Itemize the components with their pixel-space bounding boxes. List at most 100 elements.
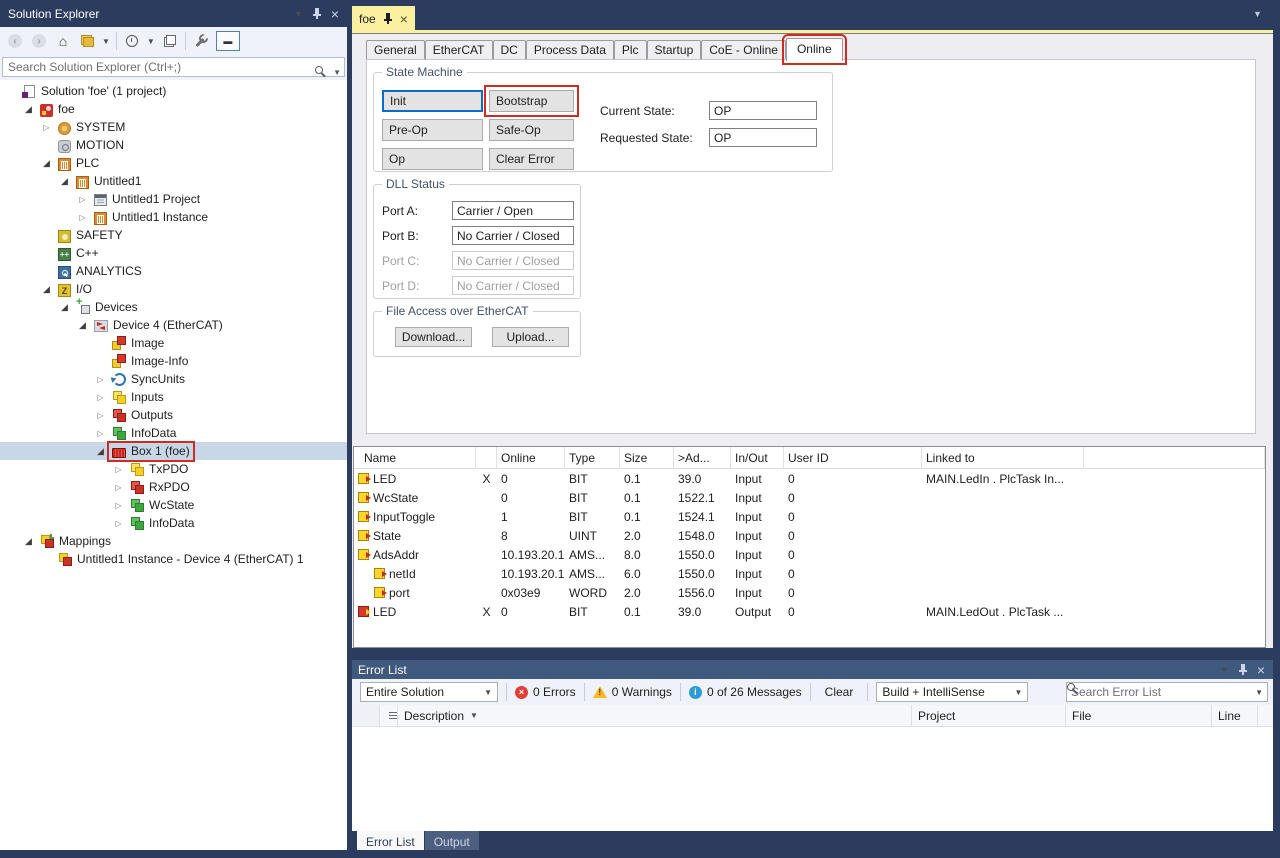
grid-row-adsaddr[interactable]: AdsAddr10.193.20.1...AMS...8.01550.0Inpu… [354, 545, 1265, 564]
tree-collapsed-arrow-icon[interactable]: ▷ [74, 195, 91, 204]
tab-dc[interactable]: DC [493, 40, 526, 60]
scope-filter-dropdown[interactable]: Entire Solution▼ [360, 682, 498, 702]
tree-item[interactable]: C++ [0, 244, 347, 262]
grid-column-header-in-out[interactable]: In/Out [731, 447, 784, 468]
tree-expanded-arrow-icon[interactable]: ◢ [20, 104, 37, 115]
tree-item[interactable]: Image-Info [0, 352, 347, 370]
switch-views-dropdown-icon[interactable]: ▼ [102, 37, 110, 46]
init-button[interactable]: Init [382, 90, 483, 112]
grid-column-header-blank[interactable] [476, 447, 497, 468]
grid-row-led[interactable]: LEDX0BIT0.139.0Output0MAIN.LedOut . PlcT… [354, 602, 1265, 621]
auto-hide-pin-icon[interactable] [312, 8, 322, 19]
tree-expanded-arrow-icon[interactable]: ◢ [92, 446, 109, 457]
grid-row-port[interactable]: port0x03e9WORD2.01556.0Input0 [354, 583, 1265, 602]
tree-item[interactable]: ANALYTICS [0, 262, 347, 280]
tree-item[interactable]: ◢Box 1 (foe) [0, 442, 347, 460]
document-well-dropdown-icon[interactable]: ▼ [1253, 9, 1262, 19]
tree-item[interactable]: Image [0, 334, 347, 352]
tree-item[interactable]: ▷SyncUnits [0, 370, 347, 388]
window-position-dropdown-icon[interactable]: ▼ [294, 9, 303, 19]
sync-with-active-document-button[interactable] [161, 31, 179, 51]
home-button[interactable]: ⌂ [54, 31, 72, 51]
tree-item[interactable]: ◢foe [0, 100, 347, 118]
error-list-search-input[interactable] [1067, 685, 1241, 699]
tree-item[interactable]: ▷Untitled1 Instance [0, 208, 347, 226]
tree-item[interactable]: ▷RxPDO [0, 478, 347, 496]
tree-expanded-arrow-icon[interactable]: ◢ [74, 320, 91, 331]
grid-row-led[interactable]: LEDX0BIT0.139.0Input0MAIN.LedIn . PlcTas… [354, 469, 1265, 488]
tree-expanded-arrow-icon[interactable]: ◢ [38, 158, 55, 169]
tree-item[interactable]: ▷Outputs [0, 406, 347, 424]
solution-search-input[interactable] [2, 57, 345, 77]
tree-item[interactable]: Solution 'foe' (1 project) [0, 82, 347, 100]
severity-column-header[interactable] [380, 705, 398, 726]
grid-column-header-blank[interactable] [1084, 447, 1265, 468]
tree-expanded-arrow-icon[interactable]: ◢ [38, 284, 55, 295]
tree-item[interactable]: ▷Untitled1 Project [0, 190, 347, 208]
tab-ethercat[interactable]: EtherCAT [425, 40, 493, 60]
tree-collapsed-arrow-icon[interactable]: ▷ [110, 465, 127, 474]
close-icon[interactable]: × [331, 9, 339, 19]
tree-item[interactable]: ▷InfoData [0, 424, 347, 442]
bootstrap-button[interactable]: Bootstrap [489, 90, 574, 112]
tree-item[interactable]: ▷Inputs [0, 388, 347, 406]
tree-expanded-arrow-icon[interactable]: ◢ [56, 302, 73, 313]
search-options-dropdown-icon[interactable]: ▼ [1255, 688, 1263, 697]
tree-collapsed-arrow-icon[interactable]: ▷ [74, 213, 91, 222]
tree-item[interactable]: ◢Devices [0, 298, 347, 316]
clear-button[interactable]: Clear [819, 683, 860, 701]
upload-button[interactable]: Upload... [492, 327, 569, 347]
description-column-header[interactable]: Description ▼ [398, 705, 912, 726]
document-tab-foe[interactable]: foe × [352, 6, 415, 31]
back-button[interactable]: ‹ [6, 31, 24, 51]
op-button[interactable]: Op [382, 148, 483, 170]
grid-column-header-type[interactable]: Type [565, 447, 620, 468]
grid-row-state[interactable]: State8UINT2.01548.0Input0 [354, 526, 1265, 545]
tree-collapsed-arrow-icon[interactable]: ▷ [92, 393, 109, 402]
window-position-dropdown-icon[interactable]: ▼ [1220, 665, 1229, 675]
document-pin-icon[interactable] [383, 13, 393, 24]
tree-collapsed-arrow-icon[interactable]: ▷ [38, 123, 55, 132]
search-icon[interactable] [1241, 686, 1253, 698]
filter-dropdown-icon[interactable]: ▼ [470, 711, 478, 720]
errors-filter-button[interactable]: × 0 Errors [515, 685, 576, 699]
tree-expanded-arrow-icon[interactable]: ◢ [56, 176, 73, 187]
filter-dropdown-icon[interactable]: ▼ [147, 37, 155, 46]
grid-column-header-online[interactable]: Online [497, 447, 565, 468]
tree-item[interactable]: ◢Untitled1 [0, 172, 347, 190]
tree-item[interactable]: ▷SYSTEM [0, 118, 347, 136]
auto-hide-pin-icon[interactable] [1238, 664, 1248, 675]
safe-op-button[interactable]: Safe-Op [489, 119, 574, 141]
messages-filter-button[interactable]: i 0 of 26 Messages [689, 685, 802, 699]
close-icon[interactable]: × [1257, 665, 1265, 675]
tree-item[interactable]: ▷WcState [0, 496, 347, 514]
tree-item[interactable]: MOTION [0, 136, 347, 154]
tree-item[interactable]: ▷InfoData [0, 514, 347, 532]
grid-column-header-name[interactable]: Name [354, 447, 476, 468]
grid-column-header--ad-[interactable]: >Ad... [674, 447, 731, 468]
forward-button[interactable]: › [30, 31, 48, 51]
line-column-header[interactable]: Line [1212, 705, 1258, 726]
tab-startup[interactable]: Startup [647, 40, 702, 60]
pre-op-button[interactable]: Pre-Op [382, 119, 483, 141]
tree-item[interactable]: Untitled1 Instance - Device 4 (EtherCAT)… [0, 550, 347, 568]
warnings-filter-button[interactable]: 0 Warnings [593, 685, 672, 699]
download-button[interactable]: Download... [395, 327, 472, 347]
grid-row-wcstate[interactable]: WcState0BIT0.11522.1Input0 [354, 488, 1265, 507]
grid-column-header-size[interactable]: Size [620, 447, 674, 468]
tree-collapsed-arrow-icon[interactable]: ▷ [92, 375, 109, 384]
tab-output[interactable]: Output [425, 831, 479, 852]
project-column-header[interactable]: Project [912, 705, 1066, 726]
tree-collapsed-arrow-icon[interactable]: ▷ [110, 519, 127, 528]
build-intellisense-dropdown[interactable]: Build + IntelliSense▼ [876, 682, 1028, 702]
pending-changes-filter-button[interactable] [123, 31, 141, 51]
tab-online[interactable]: Online [786, 38, 843, 61]
tab-plc[interactable]: Plc [614, 40, 647, 60]
tree-collapsed-arrow-icon[interactable]: ▷ [92, 411, 109, 420]
tree-collapsed-arrow-icon[interactable]: ▷ [110, 501, 127, 510]
grid-column-header-user-id[interactable]: User ID [784, 447, 922, 468]
tree-item[interactable]: ◢I/O [0, 280, 347, 298]
search-options-dropdown-icon[interactable]: ▼ [333, 68, 341, 77]
tab-error-list[interactable]: Error List [357, 831, 424, 852]
properties-button[interactable] [192, 31, 210, 51]
